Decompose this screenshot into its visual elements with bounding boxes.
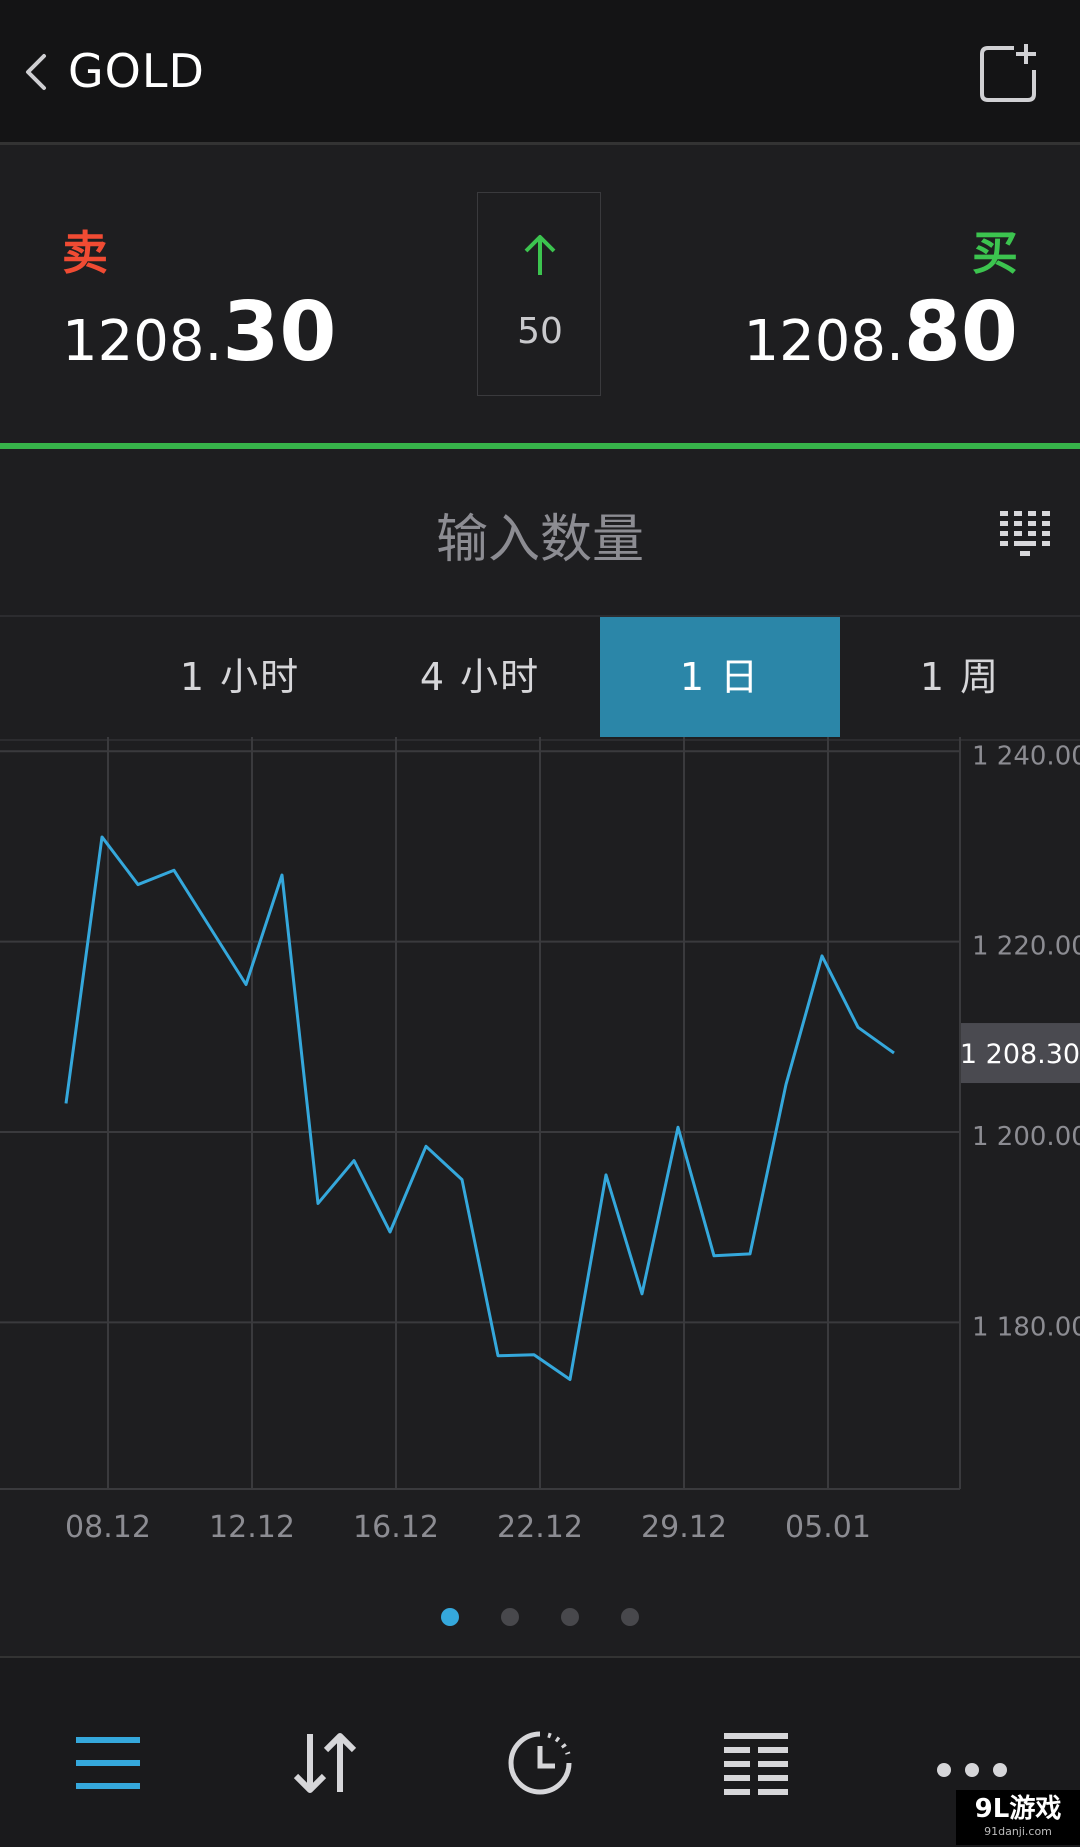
watermark-logo: 9L游戏 91danji.com	[956, 1790, 1080, 1845]
price-point	[676, 1125, 680, 1129]
x-tick-label: 12.12	[209, 1510, 295, 1545]
spread-box: 50	[477, 192, 601, 396]
page-dot[interactable]	[561, 1608, 579, 1626]
tab-1-day[interactable]: 1 日	[600, 617, 840, 737]
x-tick-label: 08.12	[65, 1510, 151, 1545]
buy-price-button[interactable]: 1208.80	[744, 285, 1018, 380]
sell-price-button[interactable]: 1208.30	[62, 285, 336, 380]
buy-label: 买	[972, 226, 1018, 280]
tab-minutes[interactable]: 分钟	[0, 617, 60, 737]
clock-icon[interactable]	[500, 1728, 580, 1798]
price-point	[712, 1254, 716, 1258]
page-indicator	[0, 1608, 1080, 1632]
price-point	[352, 1159, 356, 1163]
x-tick-label: 16.12	[353, 1510, 439, 1545]
bottom-nav	[0, 1656, 1080, 1847]
buy-price-prefix: 1208.	[743, 309, 904, 374]
arrow-up-icon	[524, 235, 556, 275]
price-point	[424, 1144, 428, 1148]
y-tick-label: 1 200.00	[972, 1122, 1080, 1152]
page-dot[interactable]	[441, 1608, 459, 1626]
add-window-icon[interactable]	[978, 42, 1038, 102]
watermark-main: 9L游戏	[974, 1794, 1062, 1824]
price-series-line	[64, 835, 895, 1382]
menu-icon[interactable]	[68, 1728, 148, 1798]
price-point	[172, 868, 176, 872]
price-point	[892, 1051, 896, 1055]
price-point	[568, 1378, 572, 1382]
page-title: GOLD	[68, 44, 205, 98]
price-chart[interactable]: 1 240.00 1 220.00 1 200.00 1 180.00 08.12 12.…	[0, 737, 1080, 1577]
price-point	[532, 1353, 536, 1357]
price-point	[100, 835, 104, 839]
price-point	[388, 1230, 392, 1234]
price-point	[460, 1178, 464, 1182]
x-tick-label: 05.01	[785, 1510, 871, 1545]
price-point	[784, 1082, 788, 1086]
price-point	[316, 1201, 320, 1205]
y-tick-label: 1 240.00	[972, 741, 1080, 771]
quote-panel: 卖 1208.30 50 买 1208.80	[0, 145, 1080, 445]
y-tick-label: 1 220.00	[972, 932, 1080, 962]
top-bar: GOLD	[0, 0, 1080, 145]
price-point	[496, 1354, 500, 1358]
sell-price-suffix: 30	[222, 285, 337, 380]
more-icon[interactable]	[932, 1728, 1012, 1798]
tab-4-hour[interactable]: 4 小时	[360, 617, 600, 737]
price-point	[208, 925, 212, 929]
price-point	[604, 1173, 608, 1177]
watermark-sub: 91danji.com	[984, 1825, 1052, 1838]
x-tick-label: 22.12	[497, 1510, 583, 1545]
current-price-label: 1 208.30	[960, 1039, 1080, 1070]
price-point	[640, 1292, 644, 1296]
price-point	[280, 873, 284, 877]
price-point	[64, 1101, 68, 1105]
timeframe-tabs: 分钟 1 小时 4 小时 1 日 1 周	[0, 615, 1080, 741]
page-dot[interactable]	[501, 1608, 519, 1626]
x-tick-label: 29.12	[641, 1510, 727, 1545]
price-point	[136, 883, 140, 887]
sell-label: 卖	[62, 226, 108, 280]
sort-arrows-icon[interactable]	[284, 1728, 364, 1798]
price-point	[748, 1252, 752, 1256]
price-point	[244, 982, 248, 986]
sell-price-prefix: 1208.	[62, 309, 223, 374]
spread-value: 50	[517, 311, 563, 352]
list-icon[interactable]	[716, 1728, 796, 1798]
quantity-section: 输入数量	[0, 449, 1080, 615]
quantity-input[interactable]: 输入数量	[0, 497, 1080, 572]
tab-1-week[interactable]: 1 周	[840, 617, 1080, 737]
page-dot[interactable]	[621, 1608, 639, 1626]
price-point	[820, 954, 824, 958]
tab-1-hour[interactable]: 1 小时	[120, 617, 360, 737]
keypad-icon[interactable]	[1000, 511, 1050, 557]
price-point	[856, 1025, 860, 1029]
chevron-left-icon[interactable]	[16, 48, 56, 96]
buy-price-suffix: 80	[903, 285, 1018, 380]
y-tick-label: 1 180.00	[972, 1312, 1080, 1342]
